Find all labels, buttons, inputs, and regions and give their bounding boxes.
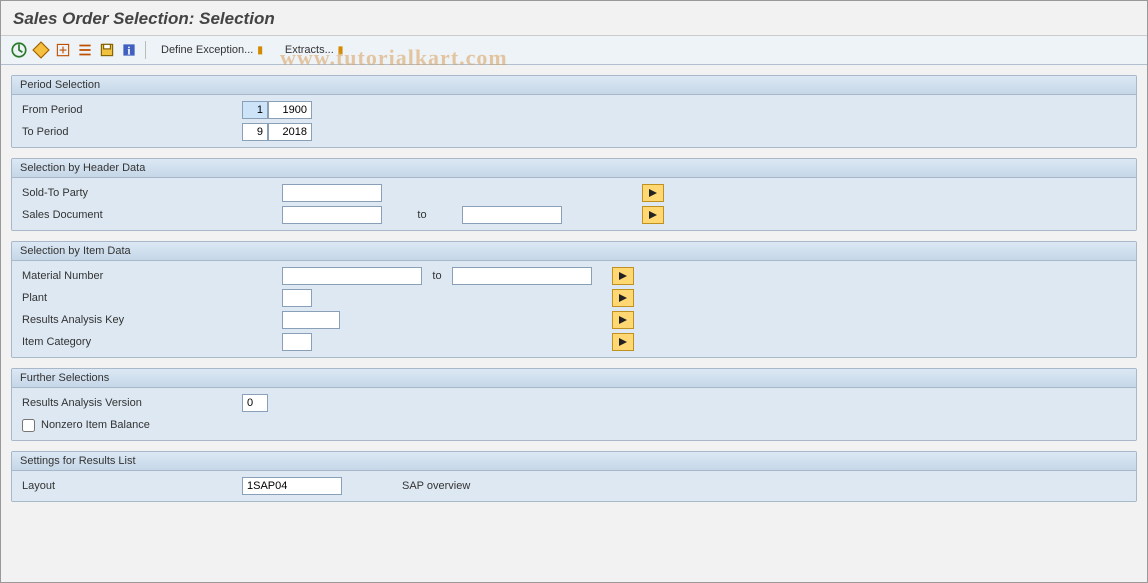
material-more-button[interactable] bbox=[612, 267, 634, 285]
group-header-data: Selection by Header Data Sold-To Party S… bbox=[11, 158, 1137, 231]
shape-icon-1[interactable] bbox=[31, 40, 51, 60]
define-exception-button[interactable]: Define Exception... ▮ bbox=[152, 40, 274, 60]
define-exception-label: Define Exception... bbox=[161, 44, 253, 56]
group-period-selection: Period Selection From Period To Period bbox=[11, 75, 1137, 148]
app-window: Sales Order Selection: Selection i Defin… bbox=[0, 0, 1148, 583]
from-period-month-input[interactable] bbox=[242, 101, 268, 119]
dots-icon: ▮ bbox=[257, 45, 265, 56]
material-from-input[interactable] bbox=[282, 267, 422, 285]
toolbar-separator bbox=[145, 41, 146, 59]
item-category-input[interactable] bbox=[282, 333, 312, 351]
sales-document-more-button[interactable] bbox=[642, 206, 664, 224]
group-header-itemdata: Selection by Item Data bbox=[12, 242, 1136, 261]
extracts-label: Extracts... bbox=[285, 44, 334, 56]
nonzero-balance-checkbox[interactable] bbox=[22, 419, 35, 432]
sold-to-party-input[interactable] bbox=[282, 184, 382, 202]
save-icon[interactable] bbox=[97, 40, 117, 60]
ra-key-label: Results Analysis Key bbox=[22, 314, 282, 326]
title-bar: Sales Order Selection: Selection bbox=[1, 1, 1147, 36]
from-period-year-input[interactable] bbox=[268, 101, 312, 119]
group-settings-results: Settings for Results List Layout SAP ove… bbox=[11, 451, 1137, 502]
layout-label: Layout bbox=[22, 480, 242, 492]
from-period-label: From Period bbox=[22, 104, 242, 116]
group-header-further: Further Selections bbox=[12, 369, 1136, 388]
sales-document-from-input[interactable] bbox=[282, 206, 382, 224]
sales-document-label: Sales Document bbox=[22, 209, 282, 221]
group-header-period: Period Selection bbox=[12, 76, 1136, 95]
group-header-settings: Settings for Results List bbox=[12, 452, 1136, 471]
ra-version-input[interactable] bbox=[242, 394, 268, 412]
ra-key-input[interactable] bbox=[282, 311, 340, 329]
plant-label: Plant bbox=[22, 292, 282, 304]
page-title: Sales Order Selection: Selection bbox=[13, 9, 1135, 29]
toolbar: i Define Exception... ▮ Extracts... ▮ bbox=[1, 36, 1147, 65]
ra-key-more-button[interactable] bbox=[612, 311, 634, 329]
layout-input[interactable] bbox=[242, 477, 342, 495]
execute-icon[interactable] bbox=[9, 40, 29, 60]
plant-more-button[interactable] bbox=[612, 289, 634, 307]
group-item-data: Selection by Item Data Material Number t… bbox=[11, 241, 1137, 358]
sales-document-to-input[interactable] bbox=[462, 206, 562, 224]
material-to-input[interactable] bbox=[452, 267, 592, 285]
material-number-label: Material Number bbox=[22, 270, 282, 282]
group-further-selections: Further Selections Results Analysis Vers… bbox=[11, 368, 1137, 441]
sales-document-to-label: to bbox=[382, 209, 462, 221]
group-header-headerdata: Selection by Header Data bbox=[12, 159, 1136, 178]
plant-input[interactable] bbox=[282, 289, 312, 307]
shape-icon-3[interactable] bbox=[75, 40, 95, 60]
to-period-year-input[interactable] bbox=[268, 123, 312, 141]
extracts-button[interactable]: Extracts... ▮ bbox=[276, 40, 354, 60]
material-to-label: to bbox=[422, 270, 452, 282]
shape-icon-2[interactable] bbox=[53, 40, 73, 60]
ra-version-label: Results Analysis Version bbox=[22, 397, 242, 409]
item-category-more-button[interactable] bbox=[612, 333, 634, 351]
dots-icon: ▮ bbox=[338, 45, 346, 56]
sold-to-party-more-button[interactable] bbox=[642, 184, 664, 202]
content-area: Period Selection From Period To Period S… bbox=[1, 65, 1147, 522]
sold-to-party-label: Sold-To Party bbox=[22, 187, 282, 199]
to-period-month-input[interactable] bbox=[242, 123, 268, 141]
layout-description: SAP overview bbox=[402, 480, 470, 492]
nonzero-balance-label: Nonzero Item Balance bbox=[41, 419, 150, 431]
svg-text:i: i bbox=[127, 46, 130, 58]
info-icon[interactable]: i bbox=[119, 40, 139, 60]
to-period-label: To Period bbox=[22, 126, 242, 138]
item-category-label: Item Category bbox=[22, 336, 282, 348]
